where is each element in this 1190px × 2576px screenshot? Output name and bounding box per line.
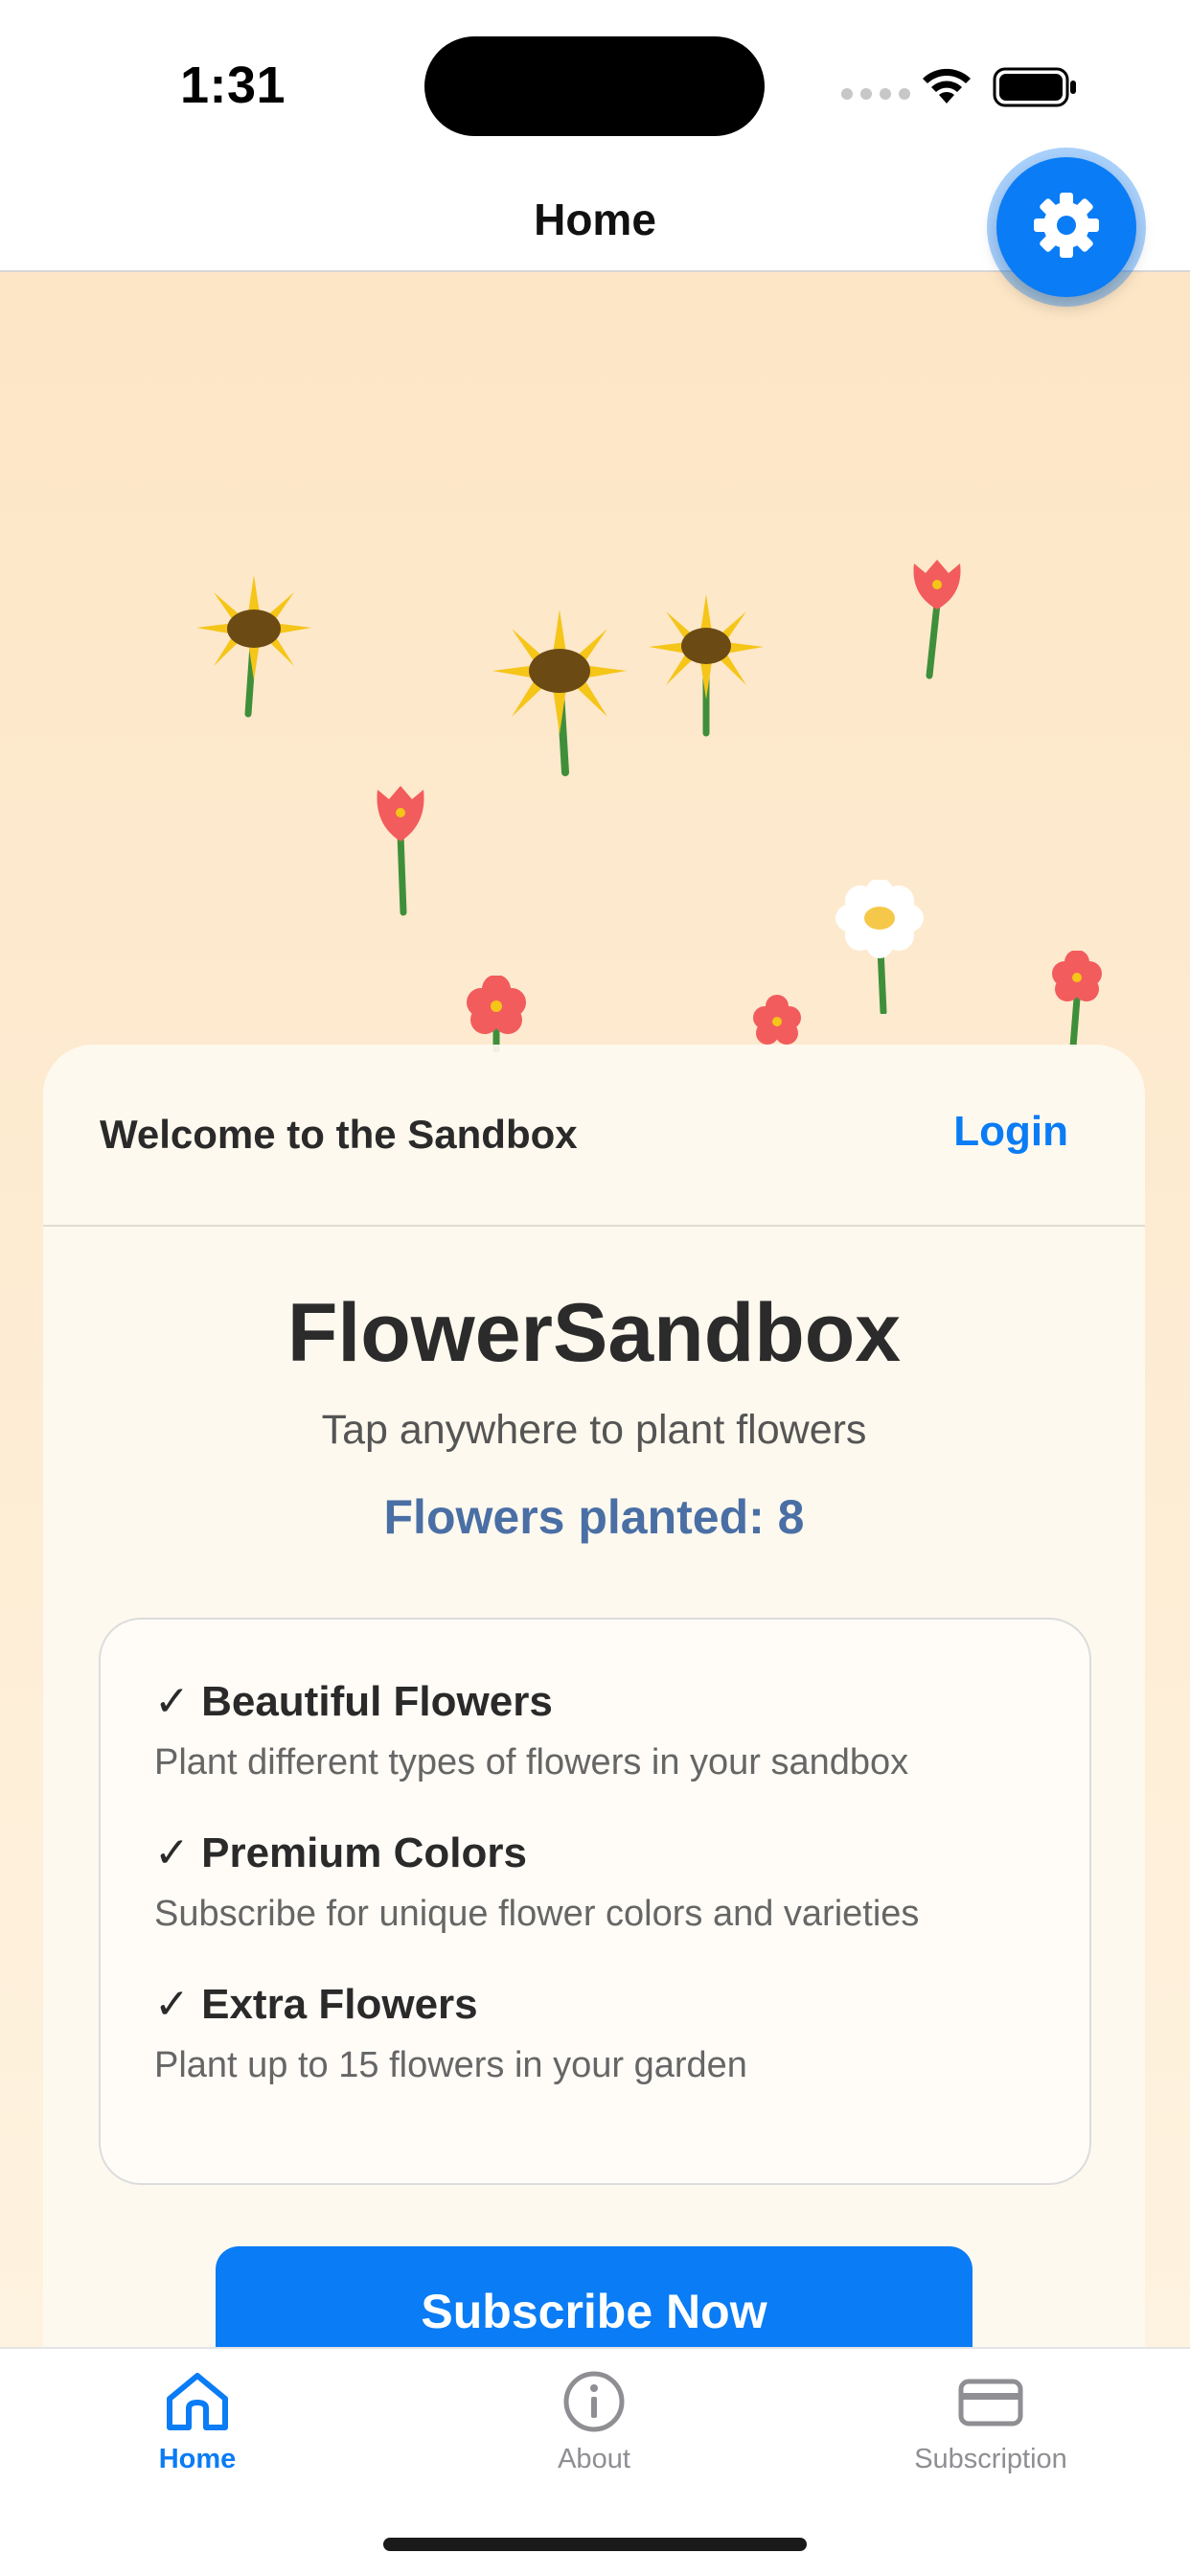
garden-canvas[interactable]: Welcome to the Sandbox Login FlowerSandb…	[0, 272, 1190, 2386]
gear-icon	[1032, 191, 1101, 264]
battery-icon	[993, 67, 1079, 112]
app-subtitle: Tap anywhere to plant flowers	[321, 1407, 867, 1453]
welcome-text: Welcome to the Sandbox	[100, 1112, 578, 1157]
wifi-icon	[918, 63, 975, 110]
status-bar: 1:31	[0, 0, 1190, 163]
tab-about[interactable]: About	[450, 2370, 738, 2475]
feature-description: Plant up to 15 flowers in your garden	[154, 2045, 747, 2085]
app-title: FlowerSandbox	[286, 1287, 902, 1379]
feature-title: ✓ Extra Flowers	[154, 1981, 478, 2028]
app-screen: 1:31 Home Welcome to the Sandbox Login F…	[0, 0, 1190, 2576]
tab-subscription-label: Subscription	[914, 2444, 1067, 2474]
flower-tulip	[908, 556, 966, 685]
home-icon	[164, 2373, 231, 2437]
flower-tulip	[372, 782, 429, 921]
flower-rose	[1050, 950, 1104, 1051]
card-header: Welcome to the Sandbox Login	[43, 1045, 1145, 1227]
flower-daisy	[834, 878, 926, 1019]
feature-description: Plant different types of flowers in your…	[154, 1742, 909, 1782]
tab-about-label: About	[558, 2444, 630, 2474]
settings-button[interactable]	[996, 157, 1136, 297]
credit-card-icon	[957, 2379, 1024, 2437]
feature-title: ✓ Premium Colors	[154, 1829, 527, 1876]
info-icon	[561, 2371, 628, 2437]
welcome-card: Welcome to the Sandbox Login FlowerSandb…	[43, 1045, 1145, 2386]
tab-home[interactable]: Home	[54, 2370, 341, 2475]
flowers-planted-count: Flowers planted: 8	[383, 1490, 805, 1544]
login-button[interactable]: Login	[953, 1108, 1068, 1156]
feature-description: Subscribe for unique flower colors and v…	[154, 1894, 920, 1934]
flower-sunflower	[649, 594, 764, 743]
flower-sunflower	[196, 575, 311, 724]
cellular-signal-icon	[841, 88, 910, 100]
home-indicator	[383, 2538, 807, 2551]
dynamic-island	[424, 36, 765, 136]
tab-home-label: Home	[158, 2444, 237, 2474]
features-list: ✓ Beautiful Flowers Plant different type…	[99, 1618, 1091, 2185]
feature-title: ✓ Beautiful Flowers	[154, 1678, 553, 1725]
tab-subscription[interactable]: Subscription	[847, 2370, 1134, 2475]
status-time: 1:31	[180, 57, 286, 114]
flower-sunflower	[492, 610, 627, 782]
